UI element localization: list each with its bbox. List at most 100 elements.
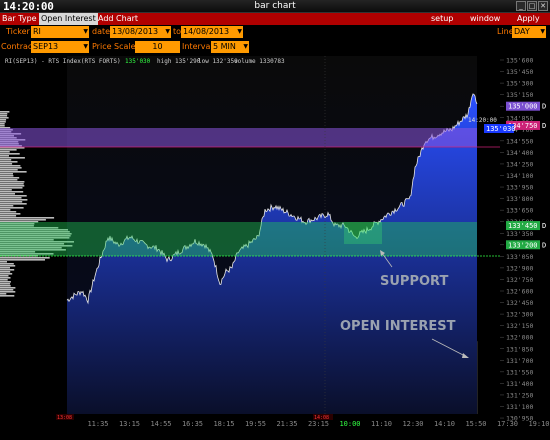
date-to-value: 14/08/2013 [183, 27, 230, 36]
date-from-field[interactable]: 13/08/2013 ▼ [110, 26, 171, 38]
minimize-icon[interactable]: _ [516, 1, 526, 11]
profile-bar [0, 289, 14, 291]
menu-setup[interactable]: setup [429, 13, 455, 25]
profile-bar [0, 113, 8, 115]
x-tick-label: 13:15 [119, 420, 140, 428]
price-chart[interactable]: 135'600135'450135'300135'150135'000134'8… [0, 56, 550, 440]
y-tick-label: 135'450 [506, 68, 533, 76]
profile-bar [0, 215, 17, 217]
level-tag-letter: D [542, 241, 546, 249]
profile-bar [0, 285, 11, 287]
profile-bar [0, 273, 13, 275]
close-icon[interactable]: ✕ [538, 1, 548, 11]
profile-bar [0, 211, 17, 213]
contract-field[interactable]: SEP13 ▼ [31, 41, 89, 53]
profile-bar [0, 277, 11, 279]
day-tag-mid: 14:08 [314, 415, 329, 421]
profile-bar [0, 183, 24, 185]
level-tag-letter: D [542, 103, 546, 111]
y-tick-label: 133'050 [506, 253, 533, 261]
y-tick-label: 134'400 [506, 149, 533, 157]
profile-bar [0, 291, 16, 293]
profile-bar [0, 219, 46, 221]
level-value: 133'450 [508, 222, 538, 230]
contract-value: SEP13 [33, 42, 59, 51]
profile-bar [0, 151, 10, 153]
x-tick-label: 12:30 [402, 420, 423, 428]
menu-add-chart[interactable]: Add Chart [96, 13, 140, 25]
ticker-label: Ticker [6, 27, 30, 36]
interval-field[interactable]: 5 MIN ▼ [211, 41, 249, 53]
profile-bar [0, 213, 21, 215]
y-tick-label: 134'550 [506, 137, 533, 145]
low-value: low 132'350 [198, 58, 238, 65]
profile-bar [0, 121, 6, 123]
y-tick-label: 131'250 [506, 391, 533, 399]
cursor-time-label: 14:20:00 [468, 117, 497, 124]
apply-button[interactable]: Apply [515, 13, 542, 25]
ticker-field[interactable]: RI ▼ [31, 26, 89, 38]
profile-bar [0, 165, 21, 167]
profile-bar [0, 293, 7, 295]
chevron-down-icon: ▼ [243, 43, 248, 50]
profile-bar [0, 257, 50, 259]
date-from-value: 13/08/2013 [112, 27, 159, 36]
menu-bar: Bar Type Open Interest Add Chart setup w… [0, 13, 550, 25]
chevron-down-icon: ▼ [83, 28, 88, 35]
profile-bar [0, 197, 22, 199]
y-tick-label: 131'550 [506, 368, 533, 376]
y-tick-label: 132'150 [506, 322, 533, 330]
profile-bar [0, 259, 45, 261]
chevron-down-icon: ▼ [540, 28, 545, 35]
y-tick-label: 135'600 [506, 57, 533, 65]
chevron-down-icon: ▼ [237, 28, 242, 35]
maximize-icon[interactable]: □ [527, 1, 537, 11]
y-tick-label: 132'000 [506, 334, 533, 342]
x-tick-label: 11:10 [371, 420, 392, 428]
chart-header: RI(SEP13) - RTS Index(RTS FORTS) [5, 58, 121, 65]
open-interest-annotation: OPEN INTEREST [340, 319, 456, 334]
x-tick-label: 16:35 [182, 420, 203, 428]
y-tick-label: 135'300 [506, 80, 533, 88]
x-tick-label: 23:15 [308, 420, 329, 428]
profile-bar [0, 157, 25, 159]
profile-bar [0, 209, 11, 211]
y-tick-label: 133'950 [506, 184, 533, 192]
last-price: 135'030 [125, 58, 151, 65]
x-tick-label: 18:15 [213, 420, 234, 428]
profile-bar [0, 175, 14, 177]
y-tick-label: 132'750 [506, 276, 533, 284]
volume-value: volume 1330783 [234, 58, 285, 65]
date-label: date [92, 27, 111, 36]
y-tick-label: 132'600 [506, 288, 533, 296]
day-tag-left: 13:08 [57, 415, 72, 421]
profile-bar [0, 261, 7, 263]
menu-window[interactable]: window [468, 13, 502, 25]
profile-bar [0, 171, 27, 173]
profile-bar [0, 189, 12, 191]
x-tick-label: 11:35 [87, 420, 108, 428]
profile-bar [0, 263, 14, 265]
profile-bar [0, 125, 5, 127]
x-tick-label: 17:30 [497, 420, 518, 428]
price-scale-field[interactable]: 10 [135, 41, 180, 53]
support-zone [0, 222, 477, 256]
line-field[interactable]: DAY ▼ [512, 26, 546, 38]
profile-bar [0, 271, 11, 273]
line-value: DAY [514, 27, 530, 36]
menu-open-interest[interactable]: Open Interest [39, 13, 98, 25]
resistance-zone [0, 128, 477, 147]
profile-bar [0, 287, 16, 289]
date-to-field[interactable]: 14/08/2013 ▼ [181, 26, 243, 38]
profile-bar [0, 203, 27, 205]
profile-bar [0, 153, 20, 155]
profile-bar [0, 279, 8, 281]
y-tick-label: 133'650 [506, 207, 533, 215]
y-tick-label: 131'400 [506, 380, 533, 388]
x-tick-label: 15:50 [465, 420, 486, 428]
profile-bar [0, 205, 14, 207]
menu-bar-type[interactable]: Bar Type [0, 13, 39, 25]
y-tick-label: 134'100 [506, 172, 533, 180]
profile-bar [0, 275, 9, 277]
y-tick-label: 131'850 [506, 345, 533, 353]
